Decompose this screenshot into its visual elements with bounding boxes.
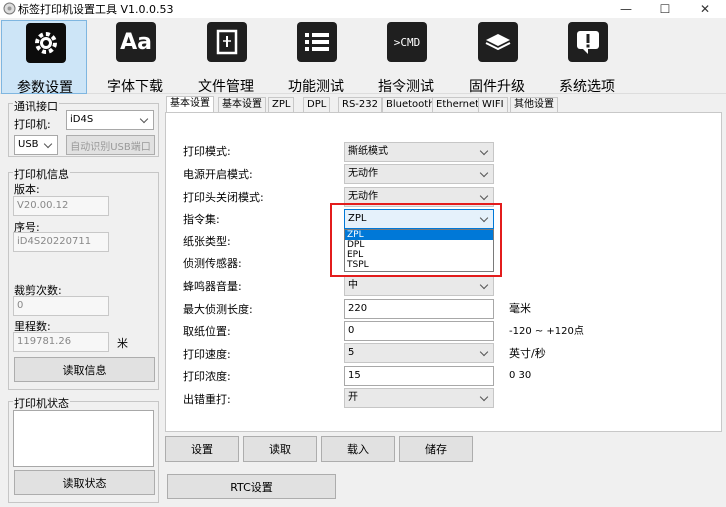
version-field: V20.00.12 [13,196,109,216]
minimize-button[interactable]: — [611,0,641,18]
close-button[interactable]: ✕ [690,0,720,18]
port-select[interactable]: USB [14,135,58,155]
print-speed-select[interactable]: 5 [344,343,494,363]
paper-type-label: 纸张类型: [183,235,231,248]
auto-detect-usb-button[interactable]: 自动识别USB端口 [66,135,155,155]
print-density-label: 打印浓度: [183,370,231,383]
version-label: 版本: [14,183,40,196]
printer-select[interactable]: iD4S [66,110,154,130]
print-density-input[interactable]: 15 [344,366,494,386]
read-button[interactable]: 读取 [243,436,317,462]
tool-label: 指令测试 [378,79,434,95]
save-button[interactable]: 储存 [399,436,473,462]
chip-icon [478,22,518,62]
gear-icon [26,23,66,63]
printer-label: 打印机: [14,118,51,131]
font-icon: Aa [116,22,156,62]
comm-group-title: 通讯接口 [13,98,59,114]
load-button[interactable]: 载入 [321,436,395,462]
terminal-icon: >CMD [387,22,427,62]
window-title: 标签打印机设置工具 V1.0.0.53 [18,3,174,16]
tab-wifi[interactable]: WIFI [478,97,508,112]
max-detect-label: 最大侦测长度: [183,303,253,316]
cmdset-label: 指令集: [183,213,220,226]
cut-count-field: 0 [13,296,109,316]
tab-ethernet[interactable]: Ethernet [432,97,484,112]
tool-font-download[interactable]: Aa 字体下载 [92,20,178,95]
tool-file-manager[interactable]: 文件管理 [183,20,269,95]
set-button[interactable]: 设置 [165,436,239,462]
file-icon [207,22,247,62]
tab-zpl[interactable]: ZPL [268,97,295,112]
tool-function-test[interactable]: 功能测试 [273,20,359,95]
mileage-unit: 米 [117,337,128,350]
tool-command-test[interactable]: >CMD 指令测试 [363,20,449,95]
tear-position-label: 取纸位置: [183,325,231,338]
print-mode-label: 打印模式: [183,145,231,158]
tab-other-settings[interactable]: 其他设置 [510,97,558,112]
printer-status-title: 打印机状态 [13,395,70,411]
max-detect-unit: 毫米 [509,302,531,315]
tab-basic-settings-2[interactable]: 基本设置 [218,97,266,112]
tear-position-range: -120 ~ +120点 [509,326,584,337]
read-status-button[interactable]: 读取状态 [14,470,155,495]
tool-param-settings[interactable]: 参数设置 [1,20,87,96]
tool-system-options[interactable]: 系统选项 [544,20,630,95]
main-toolbar: 参数设置 Aa 字体下载 文件管理 功能测试 >CMD 指令测试 固件升级 系统… [0,18,726,96]
title-bar: 标签打印机设置工具 V1.0.0.53 — ☐ ✕ [0,0,726,18]
buzzer-label: 蜂鸣器音量: [183,280,242,293]
print-speed-unit: 英寸/秒 [509,347,546,360]
settings-tabs: 基本设置 基本设置 ZPL DPL RS-232 Bluetooth Ether… [164,96,724,113]
sensor-label: 侦测传感器: [183,257,242,270]
print-mode-select[interactable]: 撕纸模式 [344,142,494,162]
tool-label: 参数设置 [17,80,73,96]
error-reprint-select[interactable]: 开 [344,388,494,408]
power-on-label: 电源开启模式: [183,168,253,181]
tool-label: 固件升级 [469,79,525,95]
read-info-button[interactable]: 读取信息 [14,357,155,382]
tool-label: 功能测试 [288,79,344,95]
print-speed-label: 打印速度: [183,348,231,361]
maximize-button[interactable]: ☐ [650,0,680,18]
tool-label: 系统选项 [559,79,615,95]
tool-firmware-upgrade[interactable]: 固件升级 [454,20,540,95]
tool-label: 文件管理 [198,79,254,95]
print-density-range: 0 30 [509,370,532,381]
tab-basic-settings-1[interactable]: 基本设置 [166,96,214,112]
head-close-label: 打印头关闭模式: [183,191,264,204]
alert-icon [568,22,608,62]
list-icon [297,22,337,62]
max-detect-input[interactable]: 220 [344,299,494,319]
serial-field: iD4S20220711 [13,232,109,252]
mileage-field: 119781.26 [13,332,109,352]
app-icon [3,2,16,15]
rtc-settings-button[interactable]: RTC设置 [167,474,336,499]
buzzer-select[interactable]: 中 [344,276,494,296]
tab-bluetooth[interactable]: Bluetooth [382,97,439,112]
highlight-box [330,203,502,277]
tab-rs232[interactable]: RS-232 [338,97,382,112]
tab-dpl[interactable]: DPL [303,97,331,112]
printer-info-title: 打印机信息 [13,166,70,182]
error-reprint-label: 出错重打: [183,393,231,406]
power-on-select[interactable]: 无动作 [344,164,494,184]
tear-position-input[interactable]: 0 [344,321,494,341]
tool-label: 字体下载 [107,79,163,95]
status-textarea[interactable] [13,410,154,467]
